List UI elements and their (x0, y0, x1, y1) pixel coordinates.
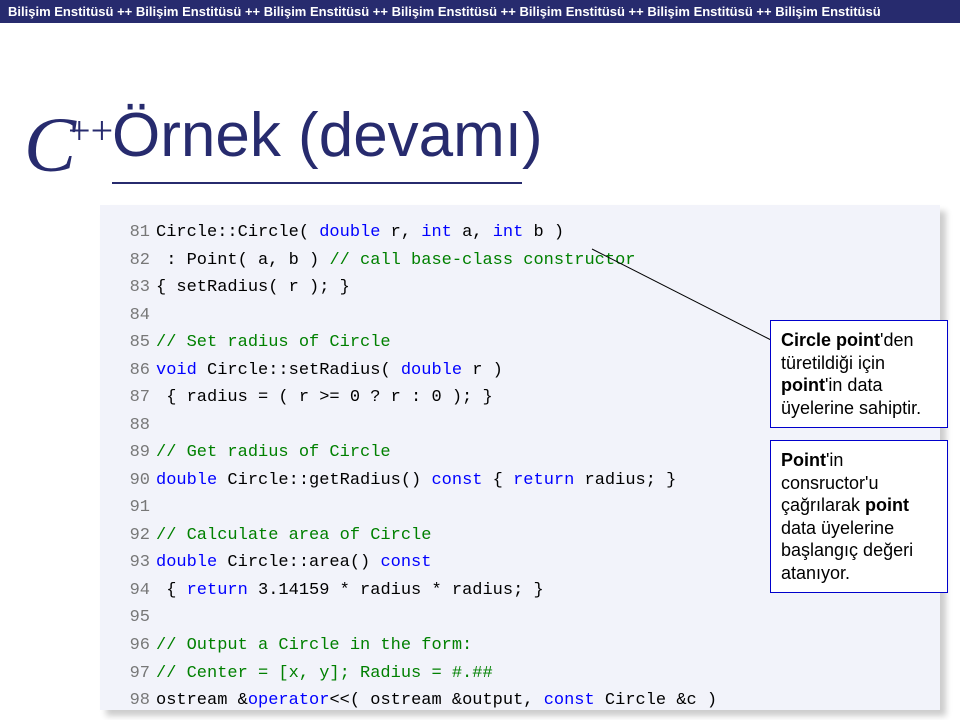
callout-2: Point'in consructor'u çağrılarak point d… (770, 440, 948, 593)
cpp-logo: C++ (24, 100, 121, 190)
callout-1: Circle point'den türetildiği için point'… (770, 320, 948, 428)
slide-title: Örnek (devamı) (112, 100, 543, 171)
logo-sup: ++ (68, 108, 113, 153)
title-underline (112, 182, 522, 184)
header-banner: Bilişim Enstitüsü ++ Bilişim Enstitüsü +… (0, 0, 960, 23)
